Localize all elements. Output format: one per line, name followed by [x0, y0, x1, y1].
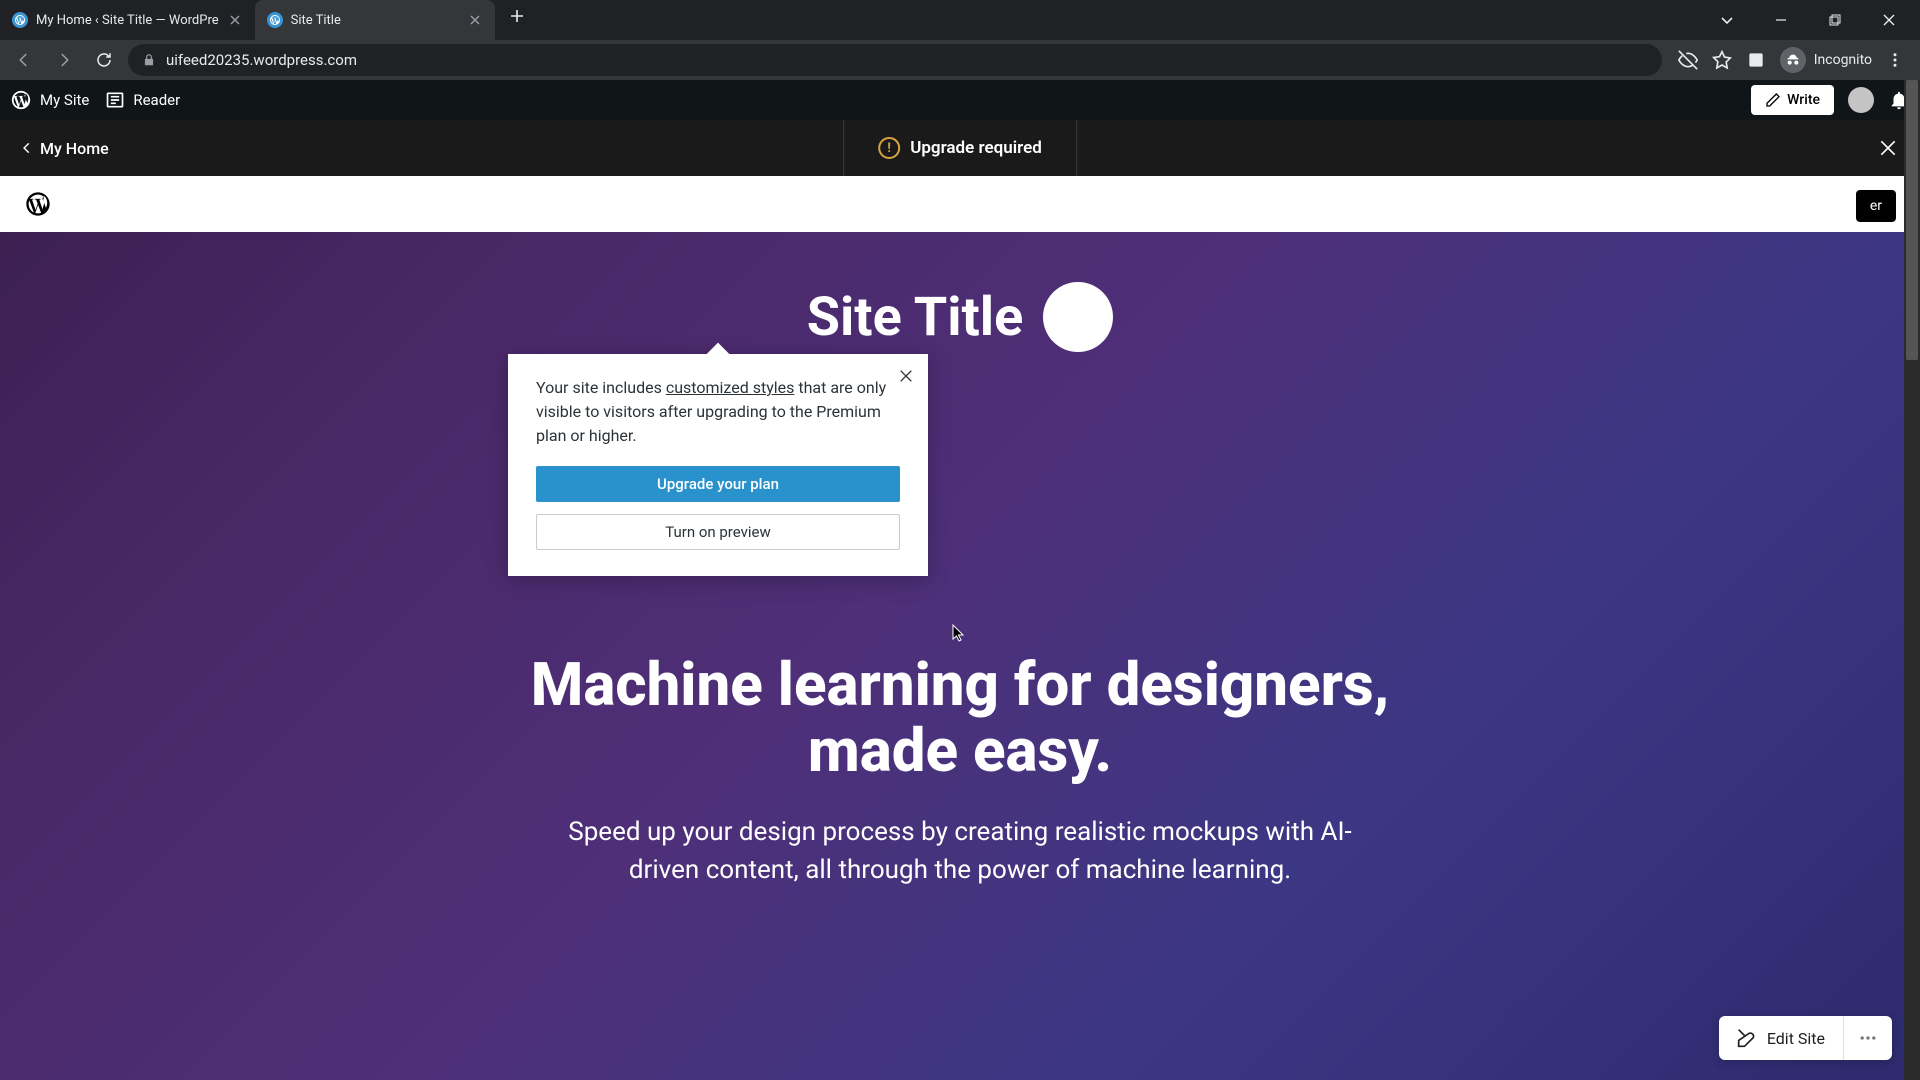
write-label: Write	[1787, 92, 1820, 108]
new-tab-button[interactable]	[501, 0, 533, 32]
reader-label: Reader	[133, 91, 180, 109]
browser-titlebar: My Home ‹ Site Title — WordPre Site Titl…	[0, 0, 1920, 40]
upgrade-required-tab[interactable]: ! Upgrade required	[843, 120, 1077, 176]
scrollbar-thumb[interactable]	[1906, 80, 1918, 360]
incognito-badge[interactable]: Incognito	[1780, 47, 1872, 73]
tab-title: My Home ‹ Site Title — WordPre	[36, 13, 219, 28]
hero-subheading: Speed up your design process by creating…	[540, 814, 1380, 889]
pencil-icon	[1765, 92, 1781, 108]
window-minimize-icon[interactable]	[1758, 4, 1804, 36]
lock-icon	[142, 53, 156, 67]
reader-icon	[105, 90, 125, 110]
hero-heading: Machine learning for designers, made eas…	[510, 652, 1410, 784]
edit-site-floating: Edit Site	[1719, 1016, 1892, 1060]
url-field[interactable]: uifeed20235.wordpress.com	[128, 44, 1662, 76]
hero-section: Site Title Machine learning for designer…	[0, 232, 1920, 1080]
edit-site-more-icon[interactable]	[1844, 1016, 1892, 1060]
browser-right-icons: Incognito	[1670, 47, 1912, 73]
bookmark-star-icon[interactable]	[1712, 50, 1732, 70]
edit-site-button[interactable]: Edit Site	[1719, 1016, 1844, 1060]
browser-tabs: My Home ‹ Site Title — WordPre Site Titl…	[0, 0, 1704, 40]
browser-tab-inactive[interactable]: My Home ‹ Site Title — WordPre	[0, 0, 255, 40]
user-avatar[interactable]	[1848, 87, 1874, 113]
wp-my-site-link[interactable]: My Site	[10, 89, 89, 111]
extensions-icon[interactable]	[1746, 50, 1766, 70]
wordpress-favicon-icon	[12, 12, 28, 28]
popover-text: Your site includes customized styles tha…	[536, 376, 900, 448]
upgrade-popover: Your site includes customized styles tha…	[508, 354, 928, 576]
write-button[interactable]: Write	[1751, 85, 1834, 115]
hero-avatar-circle	[1043, 282, 1113, 352]
browser-menu-icon[interactable]	[1886, 51, 1904, 69]
turn-on-preview-button[interactable]: Turn on preview	[536, 514, 900, 550]
tab-close-icon[interactable]	[467, 12, 483, 28]
browser-tab-active[interactable]: Site Title	[255, 0, 495, 40]
popover-close-icon[interactable]	[894, 364, 918, 388]
window-controls	[1704, 4, 1920, 36]
warning-icon: !	[878, 137, 900, 159]
popover-text-before: Your site includes	[536, 378, 666, 397]
wp-reader-link[interactable]: Reader	[105, 90, 180, 110]
edit-site-label: Edit Site	[1767, 1029, 1825, 1048]
customized-styles-link[interactable]: customized styles	[666, 378, 795, 397]
tab-close-icon[interactable]	[227, 12, 243, 28]
close-upgrade-bar-icon[interactable]	[1876, 136, 1900, 160]
tools-icon	[1737, 1028, 1757, 1048]
nav-reload-icon[interactable]	[88, 44, 120, 76]
tab-title: Site Title	[291, 13, 459, 28]
page-scrollbar[interactable]	[1904, 80, 1920, 1080]
wp-admin-bar: My Site Reader Write	[0, 80, 1920, 120]
upgrade-required-label: Upgrade required	[910, 138, 1042, 158]
eye-off-icon[interactable]	[1678, 50, 1698, 70]
incognito-icon	[1780, 47, 1806, 73]
browser-address-bar: uifeed20235.wordpress.com Incognito	[0, 40, 1920, 80]
nav-back-icon[interactable]	[8, 44, 40, 76]
wordpress-favicon-icon	[267, 12, 283, 28]
incognito-label: Incognito	[1814, 52, 1872, 68]
back-my-home-link[interactable]: My Home	[20, 139, 109, 158]
site-header: er	[0, 176, 1920, 232]
upgrade-plan-button[interactable]: Upgrade your plan	[536, 466, 900, 502]
page-content: er Site Title Machine learning for desig…	[0, 176, 1920, 1080]
nav-forward-icon	[48, 44, 80, 76]
upgrade-required-bar: My Home ! Upgrade required	[0, 120, 1920, 176]
header-action-button[interactable]: er	[1856, 190, 1896, 222]
url-text: uifeed20235.wordpress.com	[166, 51, 357, 69]
chevron-left-icon	[20, 141, 34, 155]
window-maximize-icon[interactable]	[1812, 4, 1858, 36]
hero-site-title: Site Title	[807, 286, 1023, 349]
window-close-icon[interactable]	[1866, 4, 1912, 36]
tab-search-icon[interactable]	[1704, 4, 1750, 36]
wordpress-logo-icon	[10, 89, 32, 111]
hero-title-row: Site Title	[807, 282, 1113, 352]
my-home-label: My Home	[40, 139, 109, 158]
wordpress-logo-icon	[24, 190, 52, 218]
my-site-label: My Site	[40, 91, 89, 109]
